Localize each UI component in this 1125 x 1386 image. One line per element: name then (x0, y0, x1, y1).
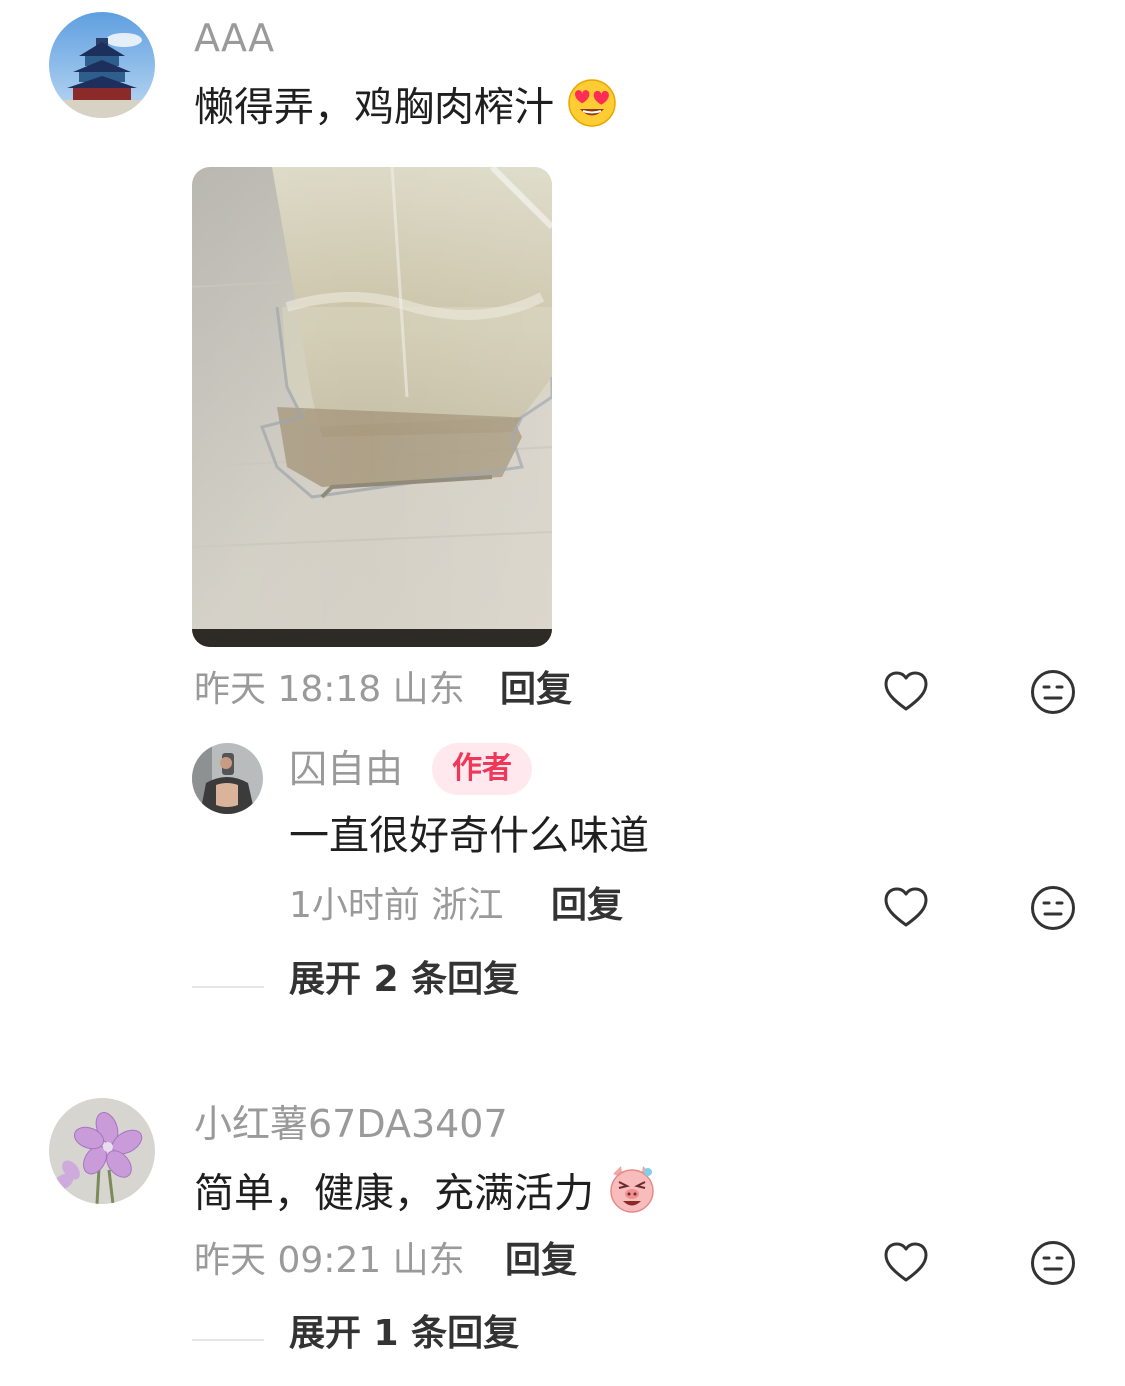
comment-text: 简单，健康，充满活力 (194, 1164, 657, 1227)
reply-button[interactable]: 回复 (505, 1239, 577, 1283)
avatar-xiaohongshu[interactable] (49, 1098, 155, 1204)
comment-text-body: 懒得弄，鸡胸肉榨汁 (194, 84, 554, 131)
expand-divider (192, 986, 264, 988)
reply-time: 1小时前 (289, 885, 420, 926)
avatar-aaa[interactable] (49, 12, 155, 118)
expand-divider (192, 1339, 264, 1341)
comment-time: 昨天 18:18 (194, 669, 382, 710)
reply-location: 浙江 (431, 885, 504, 926)
reply-meta: 1小时前 浙江 (289, 884, 503, 928)
comment-text: 懒得弄，鸡胸肉榨汁 (194, 78, 617, 141)
comment-meta: 昨天 09:21 山东 (194, 1239, 465, 1283)
heart-outline-icon[interactable] (882, 668, 930, 716)
comment-text-body: 简单，健康，充满活力 (194, 1170, 594, 1217)
reply-text: 一直很好奇什么味道 (289, 813, 649, 859)
comment-location: 山东 (392, 1240, 465, 1281)
comment-location: 山东 (392, 669, 465, 710)
meh-face-icon[interactable] (1029, 1239, 1077, 1287)
comment-photo[interactable] (192, 167, 552, 647)
avatar-author[interactable] (192, 743, 263, 814)
reply-button[interactable]: 回复 (500, 668, 572, 712)
username-xiaohongshu[interactable]: 小红薯67DA3407 (194, 1101, 508, 1147)
meh-face-icon[interactable] (1029, 884, 1077, 932)
heart-outline-icon[interactable] (882, 884, 930, 932)
author-badge: 作者 (432, 743, 532, 795)
username-aaa[interactable]: AAA (194, 15, 274, 61)
heart-outline-icon[interactable] (882, 1239, 930, 1287)
reply-username[interactable]: 囚自由 (289, 746, 403, 792)
reply-button[interactable]: 回复 (551, 884, 623, 928)
expand-replies-button[interactable]: 展开 2 条回复 (289, 958, 519, 1002)
comment-time: 昨天 09:21 (194, 1240, 382, 1281)
heart-eyes-emoji (567, 78, 617, 141)
meh-face-icon[interactable] (1029, 668, 1077, 716)
expand-replies-button[interactable]: 展开 1 条回复 (289, 1312, 519, 1356)
pig-laughing-emoji (607, 1164, 657, 1227)
comment-meta: 昨天 18:18 山东 (194, 668, 465, 712)
